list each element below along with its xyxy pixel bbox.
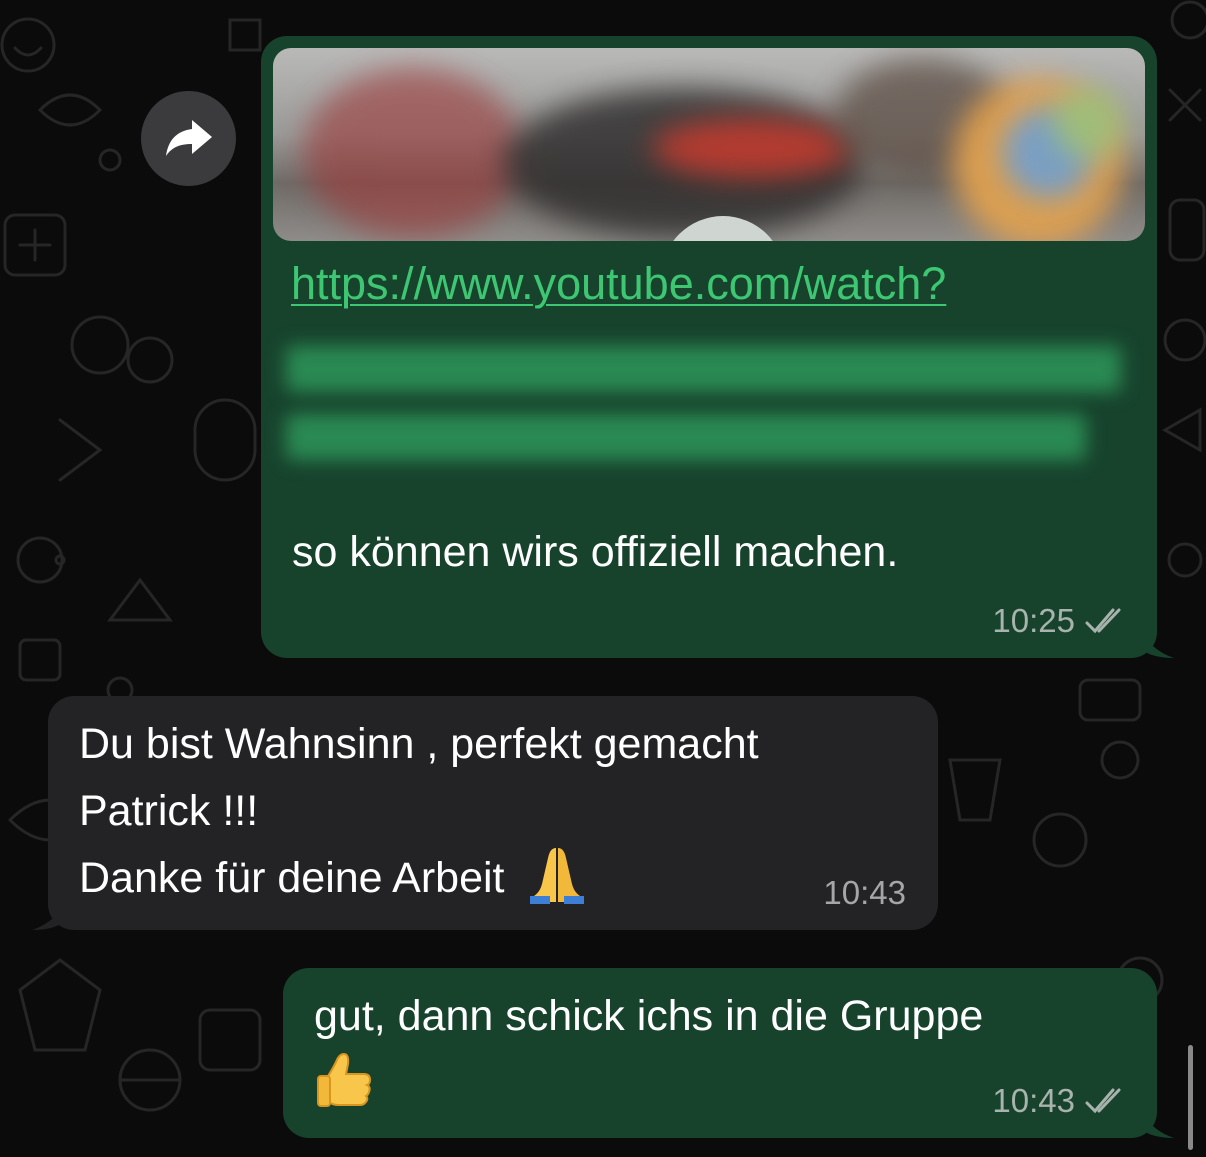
message-meta: 10:43 <box>823 874 906 912</box>
forward-arrow-icon <box>165 119 212 156</box>
message-line: Du bist Wahnsinn , perfekt gemacht <box>79 720 759 768</box>
link-url-blurred <box>286 346 1121 392</box>
message-line: Patrick !!! <box>79 787 259 835</box>
youtube-link[interactable]: https://www.youtube.com/watch? <box>291 258 946 310</box>
message-text: gut, dann schick ichs in die Gruppe <box>314 992 984 1040</box>
forward-button[interactable] <box>141 91 236 186</box>
link-url-blurred-2 <box>286 414 1086 460</box>
chat-screen: { "messages": [ { "direction": "outgoing… <box>0 0 1206 1157</box>
outgoing-message-link[interactable]: https://www.youtube.com/watch? so können… <box>261 36 1157 658</box>
link-preview-thumbnail[interactable] <box>273 48 1145 241</box>
double-check-icon <box>1085 1088 1121 1114</box>
message-line: Danke für deine Arbeit <box>79 847 588 906</box>
message-meta: 10:25 <box>992 602 1127 640</box>
message-time: 10:43 <box>823 874 906 911</box>
message-meta: 10:43 <box>992 1082 1127 1120</box>
thumbs-up-emoji <box>317 1052 372 1107</box>
bubble-tail <box>1140 628 1174 658</box>
folded-hands-emoji <box>530 847 585 904</box>
scrollbar[interactable] <box>1188 1045 1193 1150</box>
message-time: 10:43 <box>992 1082 1075 1119</box>
incoming-message[interactable]: Du bist Wahnsinn , perfekt gemacht Patri… <box>48 696 938 930</box>
outgoing-message[interactable]: gut, dann schick ichs in die Gruppe 10:4… <box>283 968 1157 1138</box>
message-line-text: Danke für deine Arbeit <box>79 854 505 902</box>
double-check-icon <box>1085 608 1121 634</box>
bubble-tail <box>1140 1108 1174 1138</box>
message-time: 10:25 <box>992 602 1075 639</box>
message-text: so können wirs offiziell machen. <box>292 528 899 576</box>
